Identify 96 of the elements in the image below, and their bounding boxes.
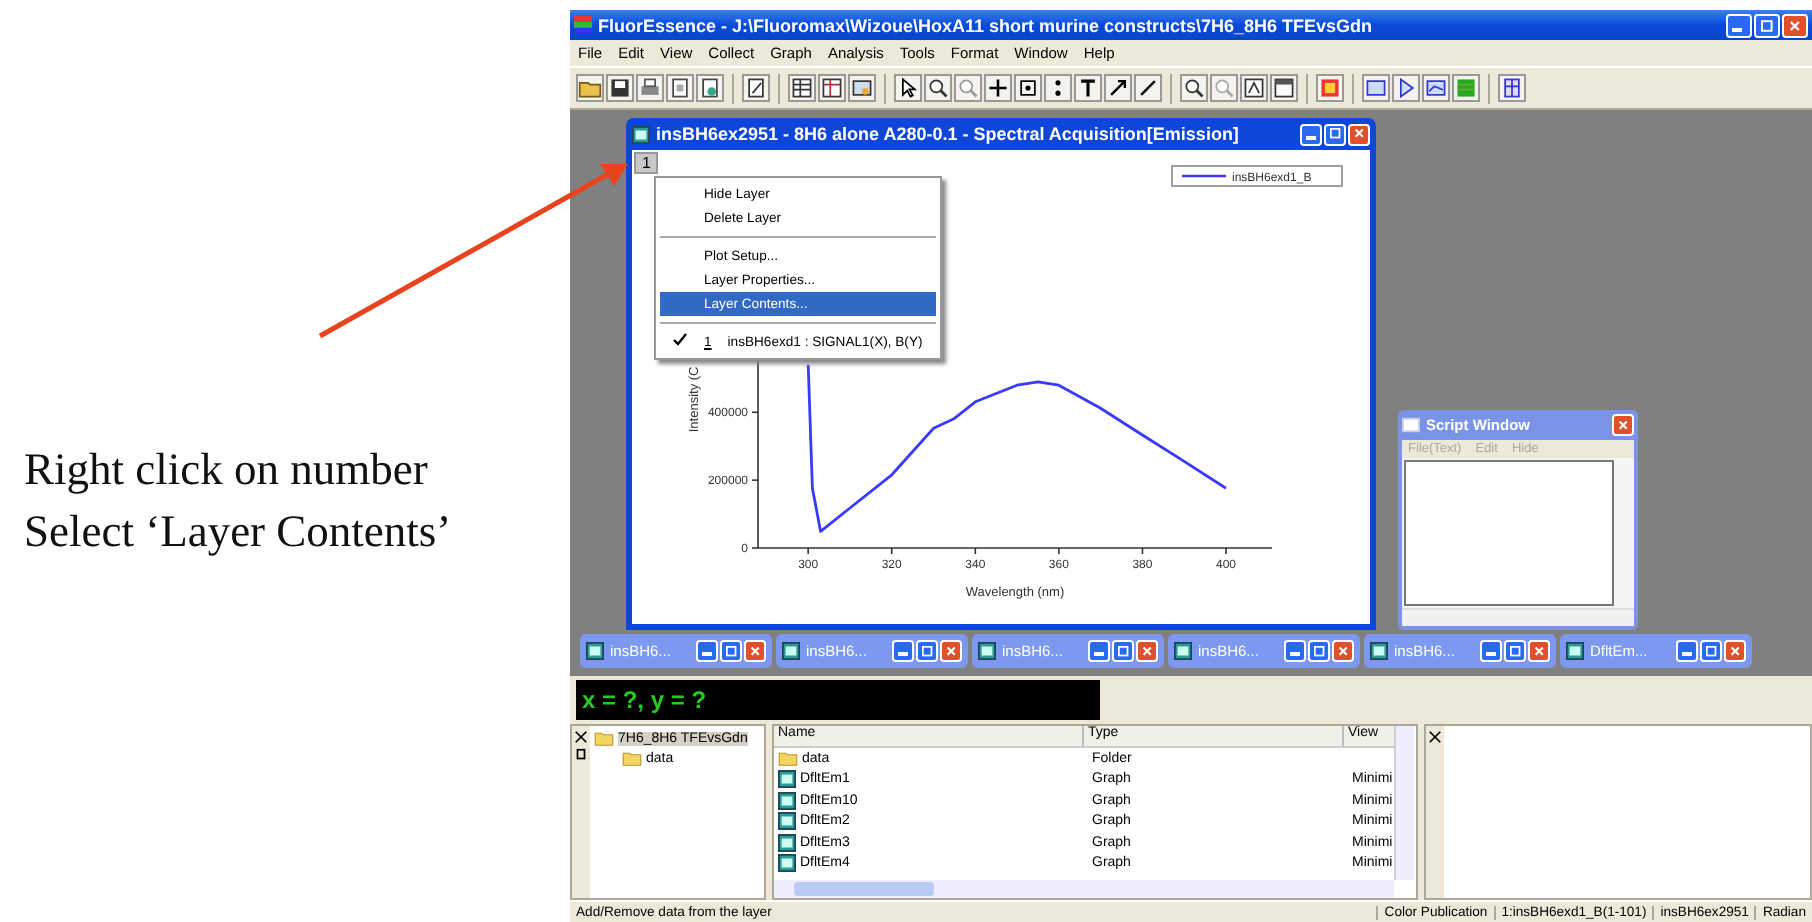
close-icon[interactable] <box>574 730 588 744</box>
minimize-button[interactable] <box>696 640 718 662</box>
close-button[interactable] <box>744 640 766 662</box>
close-button[interactable] <box>1782 13 1808 37</box>
maximize-button[interactable] <box>1700 640 1722 662</box>
close-button[interactable] <box>1348 123 1370 145</box>
maximize-button[interactable] <box>916 640 938 662</box>
maximize-button[interactable] <box>720 640 742 662</box>
minimize-icon <box>702 652 712 656</box>
text-tool-icon[interactable] <box>1074 74 1102 102</box>
table-icon[interactable] <box>788 74 816 102</box>
maximize-button[interactable] <box>1324 123 1346 145</box>
zoom-in-icon[interactable] <box>1180 74 1208 102</box>
minimize-icon <box>1732 27 1742 31</box>
open-folder-icon[interactable] <box>576 74 604 102</box>
maximize-icon <box>723 643 739 659</box>
close-button[interactable] <box>1612 414 1634 436</box>
points-icon[interactable] <box>1044 74 1072 102</box>
notepad-icon[interactable] <box>742 74 770 102</box>
minimize-button[interactable] <box>1480 640 1502 662</box>
maximize-button[interactable] <box>1112 640 1134 662</box>
minimize-icon <box>898 652 908 656</box>
minimize-icon <box>1682 652 1692 656</box>
scrollbar[interactable] <box>1402 608 1634 626</box>
save-icon[interactable] <box>606 74 634 102</box>
script-text-area[interactable] <box>1404 460 1614 606</box>
play-icon[interactable] <box>1392 74 1420 102</box>
minimize-button[interactable] <box>1676 640 1698 662</box>
close-icon <box>1531 643 1547 659</box>
coordinate-readout: x = ?, y = ? <box>576 680 1100 720</box>
maximize-icon <box>1115 643 1131 659</box>
annotation-text: Right click on number <box>24 442 430 499</box>
minimize-icon <box>1094 652 1104 656</box>
close-icon <box>1139 643 1155 659</box>
scrollbar[interactable] <box>1394 726 1414 880</box>
minimize-icon <box>1486 652 1496 656</box>
maximize-button[interactable] <box>1754 13 1780 37</box>
window-title: insBH6ex2951 - 8H6 alone A280-0.1 - Spectral Acquisition[Emission] <box>656 124 1241 144</box>
close-icon <box>1615 417 1631 433</box>
pointer-icon[interactable] <box>894 74 922 102</box>
maximize-icon <box>1758 17 1776 33</box>
close-button[interactable] <box>1724 640 1746 662</box>
line-tool-icon[interactable] <box>1134 74 1162 102</box>
maximize-button[interactable] <box>1308 640 1330 662</box>
graph-window-icon <box>1174 642 1192 660</box>
window-title: FluorEssence - J:\Fluoromax\Wizoue\HoxA11 short murine constructs\7H6_8H6 TFEvsGdn <box>598 15 1375 35</box>
close-icon <box>1786 17 1804 33</box>
image-icon[interactable] <box>848 74 876 102</box>
close-icon <box>1727 643 1743 659</box>
pin-icon[interactable] <box>574 748 588 762</box>
graph-window-icon <box>586 642 604 660</box>
close-icon <box>1351 126 1367 142</box>
annotation-text: Select ‘Layer Contents’ <box>24 503 454 560</box>
check-icon <box>672 332 688 348</box>
page-icon[interactable] <box>696 74 724 102</box>
color-icon[interactable] <box>1316 74 1344 102</box>
window-icon <box>1402 416 1420 434</box>
close-icon <box>1335 643 1351 659</box>
graph-window-icon <box>978 642 996 660</box>
close-icon <box>943 643 959 659</box>
graph-icon[interactable] <box>1362 74 1390 102</box>
scrollbar[interactable] <box>774 880 1394 898</box>
close-button[interactable] <box>1528 640 1550 662</box>
maximize-icon <box>1327 126 1343 142</box>
close-button[interactable] <box>1332 640 1354 662</box>
app-icon <box>574 16 592 34</box>
minimize-button[interactable] <box>1088 640 1110 662</box>
table-icon[interactable] <box>818 74 846 102</box>
graph-window-icon <box>1370 642 1388 660</box>
arrow-tool-icon[interactable] <box>1104 74 1132 102</box>
maximize-icon <box>1703 643 1719 659</box>
maximize-icon <box>919 643 935 659</box>
layers-icon[interactable] <box>1498 74 1526 102</box>
close-button[interactable] <box>940 640 962 662</box>
close-button[interactable] <box>1136 640 1158 662</box>
minimize-button[interactable] <box>1300 123 1322 145</box>
minimize-icon <box>1306 135 1316 139</box>
crosshair-icon[interactable] <box>984 74 1012 102</box>
maximize-icon <box>1311 643 1327 659</box>
close-icon <box>747 643 763 659</box>
graph-window-icon <box>632 125 650 143</box>
minimize-button[interactable] <box>1284 640 1306 662</box>
page-icon[interactable] <box>666 74 694 102</box>
zoom-in-icon[interactable] <box>924 74 952 102</box>
maximize-icon <box>1507 643 1523 659</box>
close-icon[interactable] <box>1428 730 1442 744</box>
minimize-icon <box>1290 652 1300 656</box>
graph-window-icon <box>782 642 800 660</box>
graph-window-icon <box>1566 642 1584 660</box>
print-icon[interactable] <box>636 74 664 102</box>
window-icon[interactable] <box>1270 74 1298 102</box>
layer-tab[interactable]: 1 <box>634 152 659 174</box>
maximize-button[interactable] <box>1504 640 1526 662</box>
minimize-button[interactable] <box>1726 13 1752 37</box>
graph-icon[interactable] <box>1422 74 1450 102</box>
minimize-button[interactable] <box>892 640 914 662</box>
